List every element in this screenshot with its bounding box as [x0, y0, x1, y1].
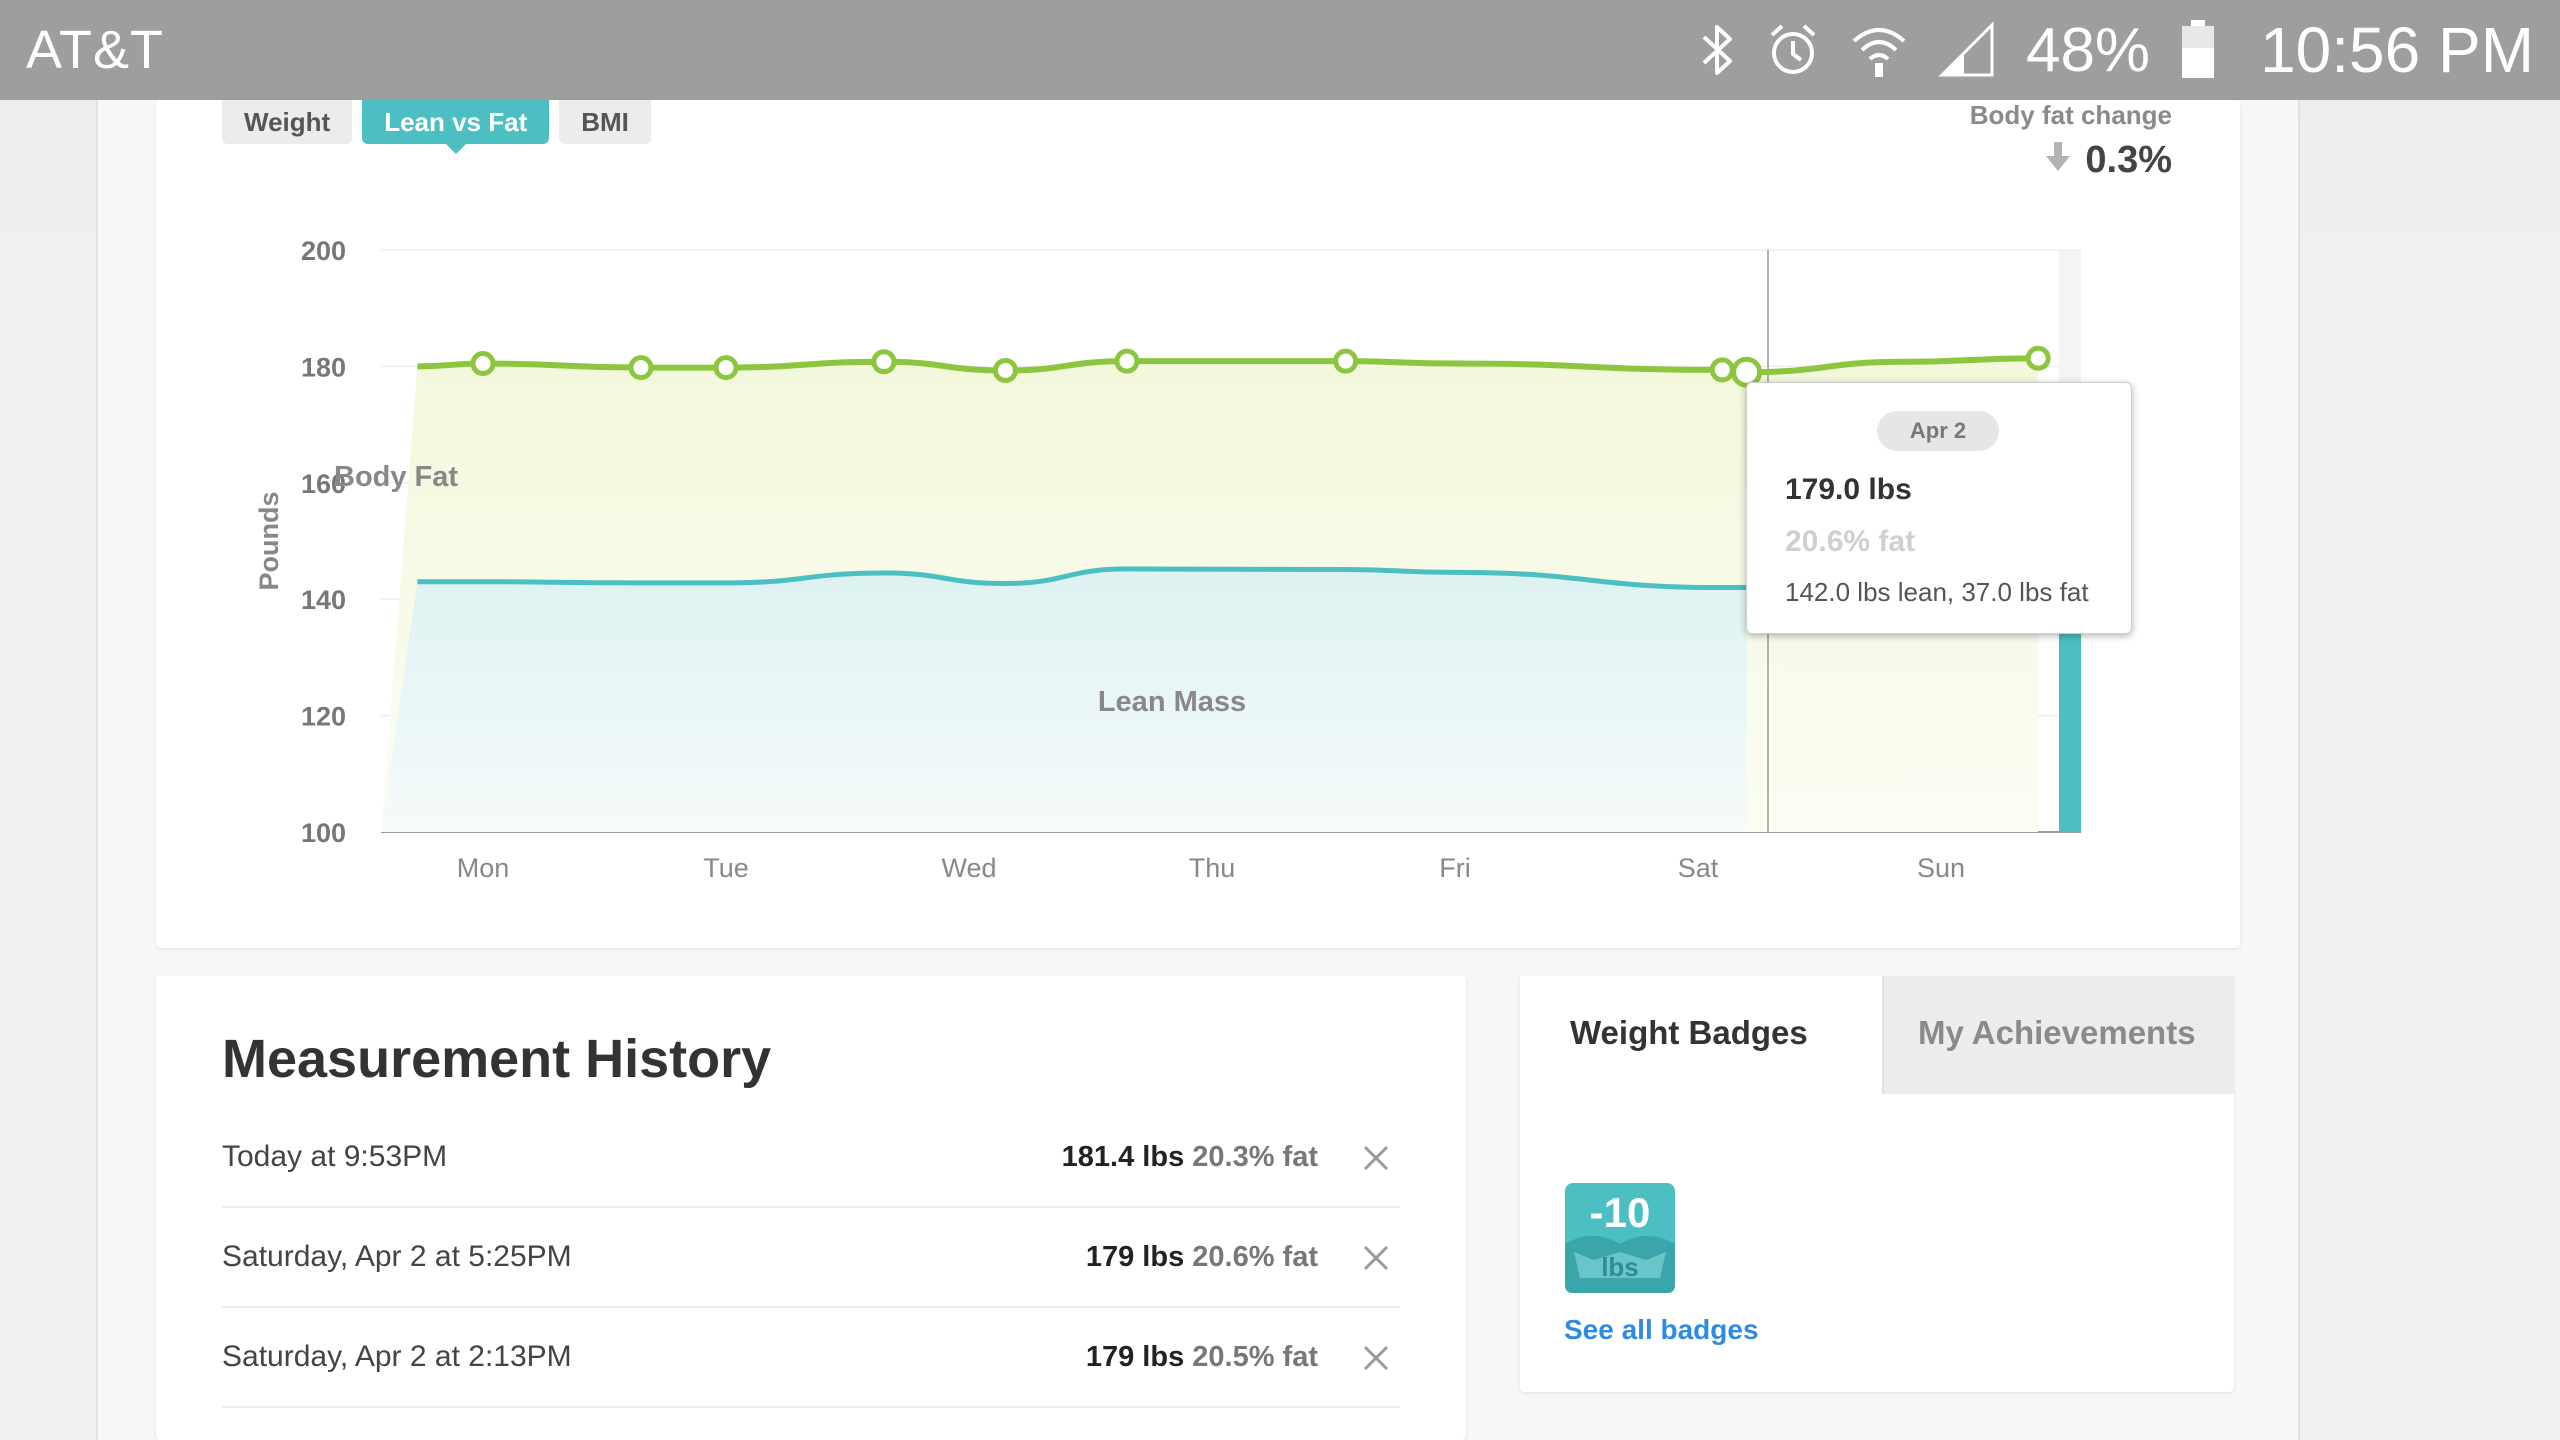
x-tick-label: Mon	[457, 853, 510, 883]
tab-bmi[interactable]: BMI	[559, 100, 651, 144]
data-point[interactable]	[713, 355, 739, 381]
data-point[interactable]	[628, 355, 654, 381]
tab-my-achievements[interactable]: My Achievements	[1882, 976, 2234, 1094]
battery-icon	[2180, 20, 2216, 80]
body-fat-change-label: Body fat change	[1969, 100, 2172, 130]
x-tick-label: Sat	[1678, 853, 1719, 883]
badges-card: Weight Badges My Achievements -10 lbs Se…	[1520, 976, 2234, 1392]
history-row: Today at 9:53PM 181.4 lbs 20.3% fat	[222, 1108, 1400, 1208]
history-row-date: Today at 9:53PM	[222, 1140, 448, 1173]
tooltip-weight: 179.0 lbs	[1785, 473, 1912, 506]
clock: 10:56 PM	[2260, 14, 2534, 86]
body-fat-area-label: Body Fat	[334, 461, 458, 493]
x-tick-label: Thu	[1189, 853, 1236, 883]
status-icons: 48% 10:56 PM	[1698, 13, 2534, 87]
weight-badge[interactable]: -10 lbs	[1564, 1182, 1676, 1294]
badge-unit: lbs	[1601, 1252, 1639, 1282]
body-fat-change-value: 0.3%	[2085, 139, 2172, 181]
history-row-fat: 20.3% fat	[1192, 1140, 1318, 1173]
cell-signal-icon	[1938, 21, 1996, 79]
close-icon[interactable]	[1362, 1244, 1390, 1272]
y-tick-label: 120	[301, 702, 346, 732]
y-axis-label: Pounds	[254, 492, 284, 591]
badge-tabs: Weight Badges My Achievements	[1520, 976, 2234, 1094]
wifi-icon	[1850, 21, 1908, 79]
data-point[interactable]	[1709, 357, 1735, 383]
history-row: Saturday, Apr 2 at 5:25PM 179 lbs 20.6% …	[222, 1208, 1400, 1308]
history-row-date: Saturday, Apr 2 at 2:13PM	[222, 1340, 572, 1373]
lean-mass-area-label: Lean Mass	[1098, 686, 1246, 718]
close-icon[interactable]	[1362, 1144, 1390, 1172]
close-icon[interactable]	[1362, 1344, 1390, 1372]
chart-scroll-thumb[interactable]	[2059, 620, 2081, 832]
history-title: Measurement History	[222, 1029, 772, 1089]
tooltip-fat: 20.6% fat	[1785, 525, 1916, 558]
y-tick-label: 140	[301, 585, 346, 615]
data-point[interactable]	[1114, 348, 1140, 374]
history-row-weight: 179 lbs	[1085, 1340, 1185, 1373]
data-point[interactable]	[871, 349, 897, 375]
x-tick-label: Wed	[941, 853, 996, 883]
lean-mass-area	[381, 568, 1747, 832]
data-point[interactable]	[470, 350, 496, 376]
x-tick-label: Tue	[703, 853, 749, 883]
arrow-down-icon	[2045, 139, 2071, 182]
history-row-fat: 20.5% fat	[1192, 1340, 1318, 1373]
carrier-label: AT&T	[26, 20, 164, 80]
measurement-history-card: Measurement History Today at 9:53PM 181.…	[156, 976, 1466, 1440]
chart-tooltip: Apr 2 179.0 lbs 20.6% fat 142.0 lbs lean…	[1746, 382, 2132, 634]
history-row: Saturday, Apr 2 at 2:13PM 179 lbs 20.5% …	[222, 1308, 1400, 1408]
see-all-badges-link[interactable]: See all badges	[1564, 1314, 1759, 1346]
history-row-fat: 20.6% fat	[1192, 1240, 1318, 1273]
alarm-icon	[1766, 21, 1820, 79]
bluetooth-icon	[1698, 21, 1736, 79]
status-bar: AT&T 48% 10:56 PM	[0, 0, 2560, 100]
chart-tabs: Weight Lean vs Fat BMI	[222, 100, 651, 154]
history-row-weight: 181.4 lbs	[1061, 1140, 1185, 1173]
tooltip-detail: 142.0 lbs lean, 37.0 lbs fat	[1785, 577, 2089, 607]
battery-percent: 48%	[2025, 15, 2151, 85]
tab-lean-vs-fat[interactable]: Lean vs Fat	[362, 100, 550, 154]
y-tick-label: 180	[301, 352, 346, 382]
body-fat-change: Body fat change 0.3%	[1970, 100, 2172, 182]
history-list: Today at 9:53PM 181.4 lbs 20.3% fat Satu…	[222, 1108, 1400, 1408]
history-row-date: Saturday, Apr 2 at 5:25PM	[222, 1240, 572, 1273]
x-tick-label: Fri	[1439, 853, 1470, 883]
data-point[interactable]	[992, 357, 1018, 383]
y-tick-label: 200	[301, 236, 346, 266]
badge-value: -10	[1590, 1189, 1651, 1236]
data-point[interactable]	[2025, 345, 2051, 371]
history-row-weight: 179 lbs	[1085, 1240, 1185, 1273]
x-tick-label: Sun	[1917, 853, 1965, 883]
chart-card: 100 120 140 160 180 200 Mon Tue Wed Thu Fri Sat Sun P…	[156, 100, 2240, 948]
y-tick-label: 100	[301, 818, 346, 848]
tab-weight[interactable]: Weight	[222, 100, 353, 144]
tab-weight-badges[interactable]: Weight Badges	[1520, 976, 1882, 1094]
data-point[interactable]	[1333, 348, 1359, 374]
tooltip-date: Apr 2	[1877, 411, 1999, 451]
